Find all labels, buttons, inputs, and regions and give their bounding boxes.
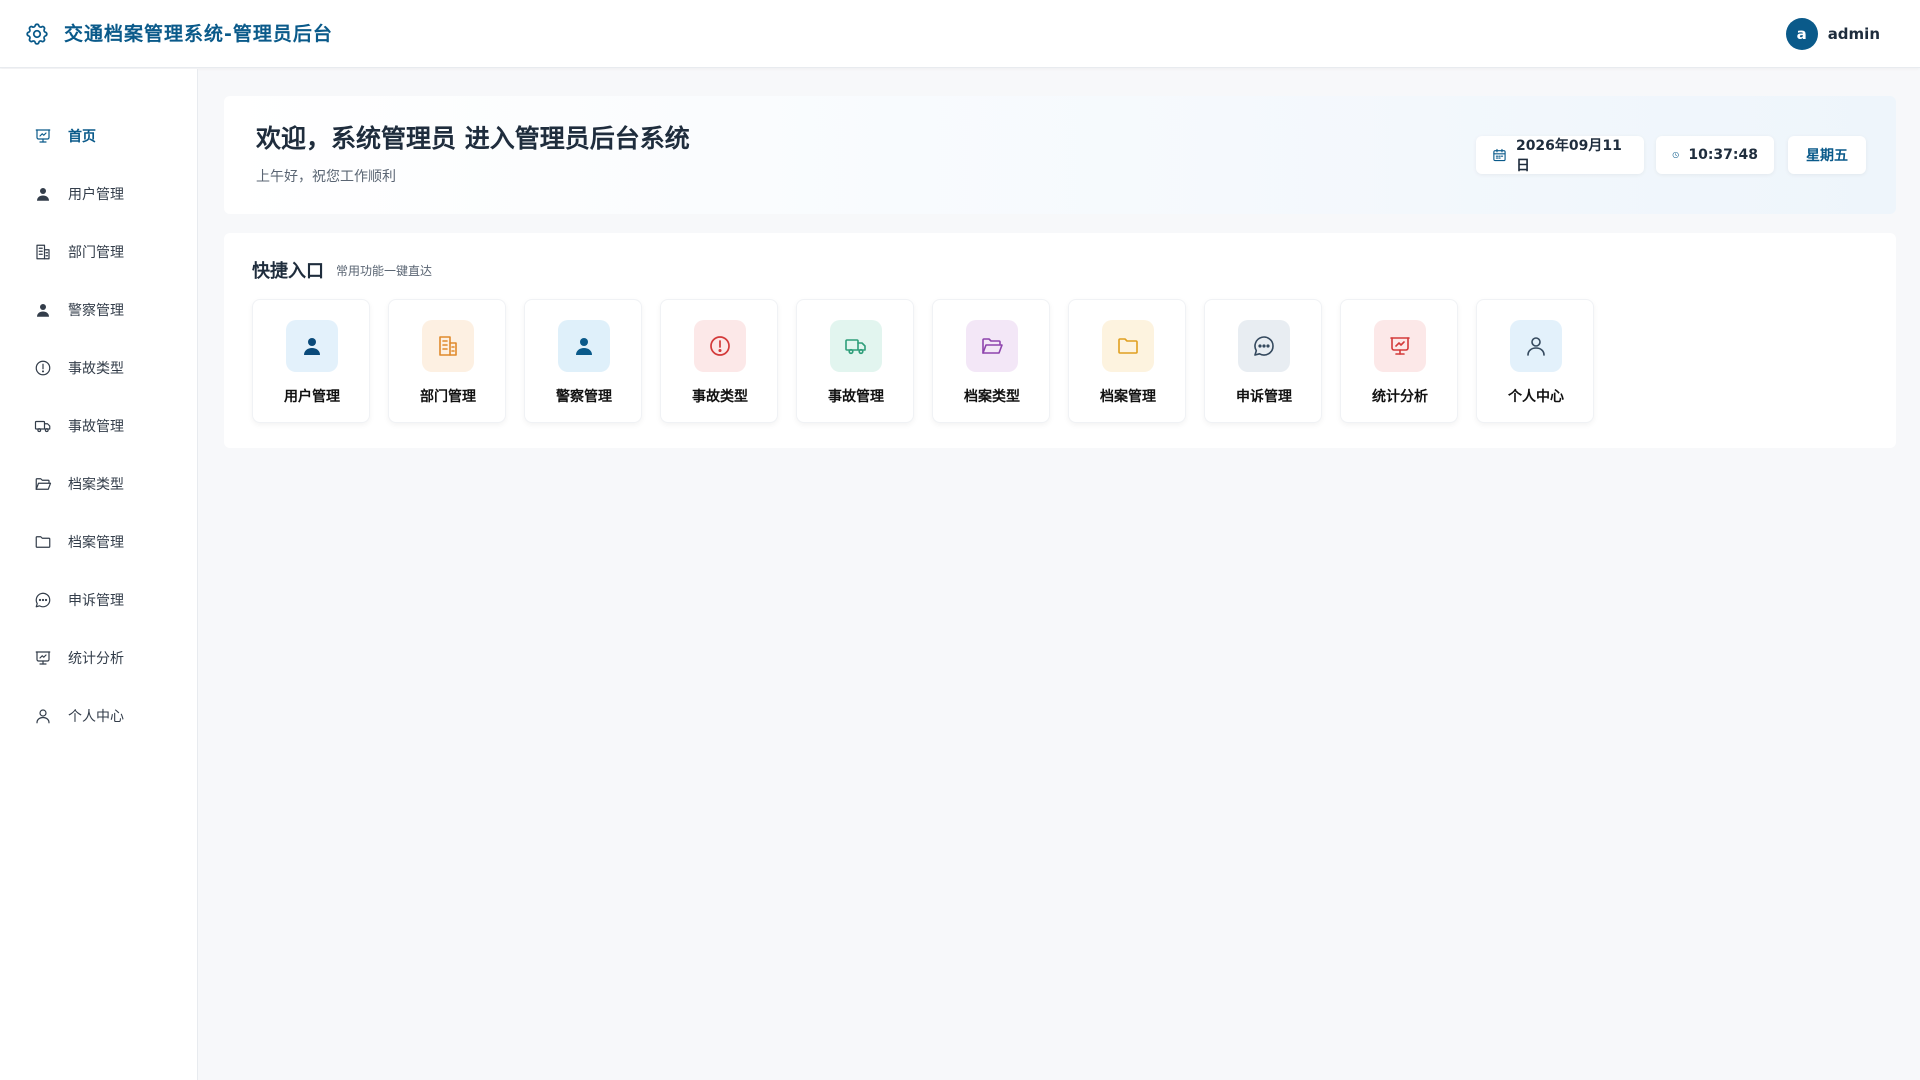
sidebar-item-label: 档案类型 (68, 477, 124, 493)
sidebar-item-label: 申诉管理 (68, 593, 124, 609)
user-icon (37, 304, 49, 317)
user-outline-icon (1527, 337, 1545, 356)
tile-icon-box (286, 320, 338, 372)
tile-icon-box (1510, 320, 1562, 372)
sidebar-item-statistics[interactable]: 统计分析 (0, 638, 198, 678)
gear-icon[interactable] (24, 21, 50, 47)
sidebar-item-label: 事故类型 (68, 361, 124, 377)
tile-icon-box (966, 320, 1018, 372)
sidebar-item-archive-management[interactable]: 档案管理 (0, 522, 198, 562)
sidebar-item-personal-center[interactable]: 个人中心 (0, 696, 198, 736)
quick-entry-subtitle: 常用功能一键直达 (336, 264, 433, 278)
tile-icon-box (558, 320, 610, 372)
sidebar-item-label: 部门管理 (68, 245, 124, 261)
top-header: 交通档案管理系统-管理员后台 a admin (0, 0, 1920, 68)
clock-icon (1672, 151, 1679, 159)
tile-icon-box (422, 320, 474, 372)
quick-tile-department-management[interactable]: 部门管理 (388, 299, 506, 423)
welcome-title: 欢迎，系统管理员 进入管理员后台系统 (256, 124, 690, 153)
tile-icon-box (830, 320, 882, 372)
welcome-subtitle: 上午好，祝您工作顺利 (256, 169, 396, 185)
user-icon (576, 338, 592, 355)
sidebar-item-label: 统计分析 (68, 651, 124, 667)
quick-entry-title: 快捷入口 (252, 261, 324, 282)
tile-label: 用户管理 (284, 389, 340, 405)
sidebar-item-label: 档案管理 (68, 535, 124, 551)
truck-icon (845, 339, 866, 355)
welcome-banner: 欢迎，系统管理员 进入管理员后台系统 上午好，祝您工作顺利 2026年09月11… (224, 96, 1896, 214)
sidebar-item-user-management[interactable]: 用户管理 (0, 174, 198, 214)
building-icon (36, 244, 50, 260)
weekday-badge: 星期五 (1788, 136, 1866, 174)
sidebar-item-home[interactable]: 首页 (0, 116, 198, 156)
sidebar-item-department-management[interactable]: 部门管理 (0, 232, 198, 272)
quick-tile-accident-management[interactable]: 事故管理 (796, 299, 914, 423)
presentation-chart-icon (35, 651, 51, 665)
sidebar-item-label: 首页 (68, 129, 96, 145)
sidebar-item-accident-management[interactable]: 事故管理 (0, 406, 198, 446)
username[interactable]: admin (1828, 25, 1880, 43)
alert-circle-icon (35, 360, 51, 376)
time-text: 10:37:48 (1688, 147, 1758, 163)
folder-icon (35, 536, 51, 548)
alert-circle-icon (710, 336, 730, 356)
folder-icon (1118, 338, 1138, 354)
sidebar-item-label: 用户管理 (68, 187, 124, 203)
message-circle-icon (1254, 336, 1274, 356)
quick-tile-police-management[interactable]: 警察管理 (524, 299, 642, 423)
time-badge: 10:37:48 (1656, 136, 1774, 174)
truck-icon (34, 420, 51, 433)
quick-tile-statistics[interactable]: 统计分析 (1340, 299, 1458, 423)
sidebar-item-appeal-management[interactable]: 申诉管理 (0, 580, 198, 620)
quick-tile-archive-type[interactable]: 档案类型 (932, 299, 1050, 423)
presentation-chart-icon (1390, 337, 1410, 355)
sidebar-item-archive-type[interactable]: 档案类型 (0, 464, 198, 504)
tile-label: 申诉管理 (1236, 389, 1292, 405)
user-icon (304, 338, 320, 355)
avatar[interactable]: a (1785, 18, 1818, 50)
presentation-chart-icon (35, 129, 51, 143)
tile-label: 统计分析 (1372, 389, 1428, 405)
quick-tile-personal-center[interactable]: 个人中心 (1476, 299, 1594, 423)
user-icon (37, 188, 49, 201)
app-title: 交通档案管理系统-管理员后台 (64, 23, 333, 45)
weekday-text: 星期五 (1806, 148, 1848, 164)
tile-icon-box (1238, 320, 1290, 372)
quick-tile-accident-type[interactable]: 事故类型 (660, 299, 778, 423)
quick-tile-user-management[interactable]: 用户管理 (252, 299, 370, 423)
tile-label: 部门管理 (420, 389, 476, 405)
sidebar-item-label: 警察管理 (68, 303, 124, 319)
quick-tile-appeal-management[interactable]: 申诉管理 (1204, 299, 1322, 423)
folder-open-icon (982, 338, 1003, 354)
tile-label: 事故类型 (692, 389, 748, 405)
tile-label: 事故管理 (828, 389, 884, 405)
calendar-icon (1493, 148, 1506, 162)
sidebar: 首页 用户管理 部门管理 警察管理 事故类型 事故管理 档案类型 档案管理 申诉… (0, 69, 198, 1080)
tile-label: 档案管理 (1100, 389, 1156, 405)
date-text: 2026年09月11日 (1515, 138, 1622, 174)
tile-label: 档案类型 (964, 389, 1020, 405)
folder-open-icon (35, 478, 52, 490)
tile-icon-box (694, 320, 746, 372)
user-outline-icon (36, 709, 50, 724)
sidebar-item-label: 事故管理 (68, 419, 124, 435)
quick-entry-panel: 快捷入口 常用功能一键直达 用户管理 部门管理 警察管理 事故类型 事故管理 档… (224, 233, 1896, 448)
message-circle-icon (35, 592, 51, 608)
tile-icon-box (1374, 320, 1426, 372)
tile-icon-box (1102, 320, 1154, 372)
date-badge: 2026年09月11日 (1476, 136, 1644, 174)
sidebar-item-accident-type[interactable]: 事故类型 (0, 348, 198, 388)
quick-tile-archive-management[interactable]: 档案管理 (1068, 299, 1186, 423)
sidebar-item-police-management[interactable]: 警察管理 (0, 290, 198, 330)
user-menu[interactable]: a admin (1785, 18, 1880, 50)
tile-label: 个人中心 (1508, 389, 1564, 405)
tile-label: 警察管理 (556, 389, 612, 405)
building-icon (439, 336, 457, 356)
sidebar-item-label: 个人中心 (68, 709, 124, 725)
